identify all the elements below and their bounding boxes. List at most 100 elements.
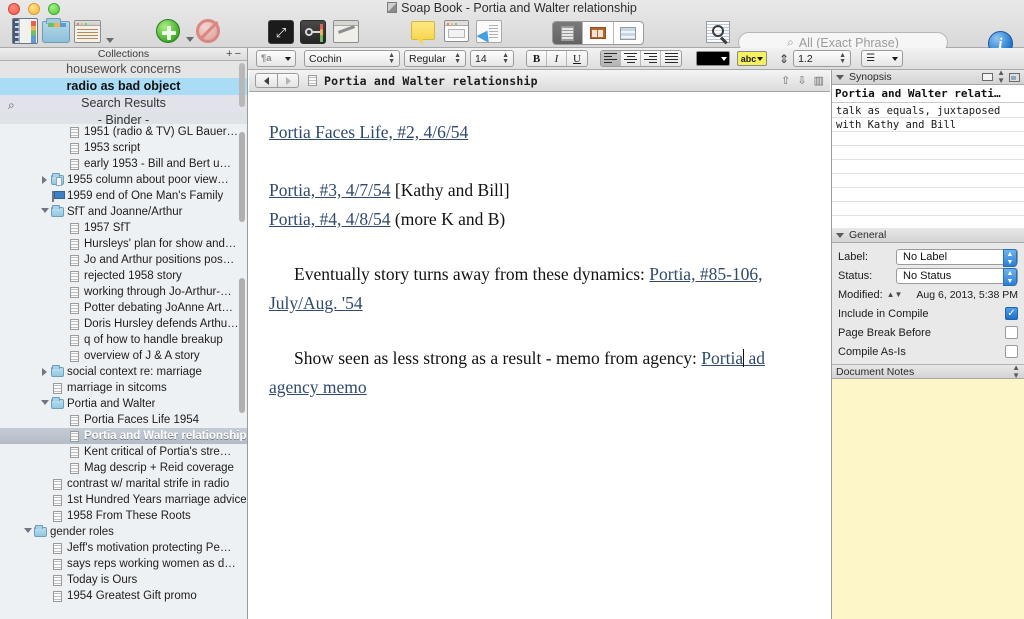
- binder-row[interactable]: marriage in sitcoms: [0, 380, 247, 396]
- include-in-compile-checkbox[interactable]: ✓: [1005, 307, 1018, 320]
- highlight-color-swatch[interactable]: abc: [737, 51, 767, 66]
- collections-add-remove[interactable]: +−: [226, 48, 243, 61]
- text-color-swatch[interactable]: [696, 51, 730, 66]
- binder-row[interactable]: gender roles: [0, 524, 247, 540]
- binder-row[interactable]: early 1953 - Bill and Bert u…: [0, 156, 247, 172]
- quick-reference-button[interactable]: [74, 16, 104, 46]
- quick-reference-chevron-down-icon[interactable]: [106, 38, 114, 43]
- document-link[interactable]: Portia Faces Life, #2, 4/6/54: [269, 122, 468, 142]
- binder-row[interactable]: Today is Ours: [0, 572, 247, 588]
- swap-icon[interactable]: ▲ ▼: [997, 69, 1005, 85]
- remove-collection-button[interactable]: −: [235, 48, 243, 60]
- binder-tree[interactable]: 1951 (radio & TV) GL Bauer… 1953 script ea…: [0, 124, 247, 619]
- forward-button[interactable]: [277, 73, 299, 88]
- binder-row[interactable]: Portia Faces Life 1954: [0, 412, 247, 428]
- document-link[interactable]: Portia: [701, 348, 743, 368]
- font-weight-select[interactable]: Regular ▲ ▼: [404, 50, 466, 67]
- binder-row[interactable]: 1st Hundred Years marriage advice: [0, 492, 247, 508]
- binder-row[interactable]: 1953 script: [0, 140, 247, 156]
- editor-page[interactable]: Portia Faces Life, #2, 4/6/54 Portia, #3,…: [249, 92, 830, 619]
- keywords-button[interactable]: [300, 16, 330, 46]
- binder-row[interactable]: 1951 (radio & TV) GL Bauer…: [0, 124, 247, 140]
- binder-row[interactable]: Jo and Arthur positions pos…: [0, 252, 247, 268]
- document-notes-body[interactable]: [832, 379, 1024, 619]
- back-button[interactable]: [255, 73, 277, 88]
- font-family-select[interactable]: Cochin ▲ ▼: [304, 50, 400, 67]
- stepper-icon[interactable]: ▲ ▼: [1003, 267, 1017, 286]
- export-button[interactable]: [476, 16, 506, 46]
- compile-as-is-checkbox[interactable]: [1005, 345, 1018, 358]
- full-screen-button[interactable]: ⤢: [268, 16, 298, 46]
- line-spacing-select[interactable]: 1.2 ▲ ▼: [793, 50, 852, 67]
- align-center-button[interactable]: [621, 51, 641, 66]
- collection-item-housework-concerns[interactable]: housework concerns: [0, 61, 247, 78]
- binder-row[interactable]: rejected 1958 story: [0, 268, 247, 284]
- include-in-compile-row[interactable]: Include in Compile ✓: [838, 304, 1018, 323]
- italic-button[interactable]: I: [547, 51, 567, 66]
- chevron-down-icon[interactable]: [39, 399, 50, 409]
- binder-row[interactable]: 1957 SfT: [0, 220, 247, 236]
- binder-row[interactable]: Jeff's motivation protecting Pe…: [0, 540, 247, 556]
- binder-row[interactable]: Portia and Walter: [0, 396, 247, 412]
- synopsis-header[interactable]: Synopsis ▲ ▼: [832, 69, 1024, 85]
- binder-row[interactable]: working through Jo-Arthur-…: [0, 284, 247, 300]
- view-mode-segmented-control[interactable]: [552, 21, 644, 45]
- document-notes-header[interactable]: Document Notes ▲ ▼: [832, 363, 1024, 380]
- align-justify-button[interactable]: [661, 51, 681, 66]
- chevron-down-icon[interactable]: [22, 527, 33, 537]
- synopsis-body[interactable]: talk as equals, juxtaposed with Kathy an…: [832, 103, 1024, 228]
- image-icon[interactable]: [1009, 72, 1020, 82]
- collection-item-radio-as-bad-object[interactable]: radio as bad object: [0, 78, 247, 95]
- binder-scrollbar-upper[interactable]: [239, 132, 245, 222]
- page-break-before-row[interactable]: Page Break Before: [838, 323, 1018, 342]
- binder-row[interactable]: 1958 From These Roots: [0, 508, 247, 524]
- binder-row[interactable]: Kent critical of Portia's stre…: [0, 444, 247, 460]
- add-button[interactable]: [156, 16, 186, 46]
- comment-button[interactable]: [411, 16, 441, 46]
- binder-row[interactable]: Portia and Walter relationship: [0, 428, 247, 444]
- binder-row[interactable]: 1959 end of One Man's Family: [0, 188, 247, 204]
- disclosure-triangle-icon[interactable]: [836, 232, 844, 238]
- list-style-menu[interactable]: ☰: [861, 50, 904, 67]
- notes-swap-icon[interactable]: ▲ ▼: [1012, 363, 1020, 380]
- binder-row[interactable]: 1955 column about poor view…: [0, 172, 247, 188]
- document-text[interactable]: Portia Faces Life, #2, 4/6/54 Portia, #3,…: [249, 92, 830, 402]
- binder-row[interactable]: contrast w/ marital strife in radio: [0, 476, 247, 492]
- project-search-button[interactable]: [706, 16, 736, 46]
- binder-row[interactable]: Potter debating JoAnne Art…: [0, 300, 247, 316]
- card-icon[interactable]: [982, 73, 994, 81]
- disclosure-triangle-icon[interactable]: [836, 74, 844, 80]
- bold-button[interactable]: B: [527, 51, 547, 66]
- stepper-icon[interactable]: ▲ ▼: [1003, 248, 1017, 267]
- binder-row[interactable]: 1954 Greatest Gift promo: [0, 588, 247, 604]
- binder-row[interactable]: SfT and Joanne/Arthur: [0, 204, 247, 220]
- document-link[interactable]: Portia, #3, 4/7/54: [269, 180, 391, 200]
- collections-scrollbar[interactable]: [239, 63, 245, 107]
- binder-row[interactable]: overview of J & A story: [0, 348, 247, 364]
- general-header[interactable]: General: [832, 228, 1024, 243]
- paragraph-style-menu[interactable]: ¶a: [256, 50, 296, 67]
- date-swap-icon[interactable]: ▲▼: [887, 290, 903, 299]
- view-document-button[interactable]: [553, 22, 584, 44]
- edit-scrivenings-button[interactable]: [333, 16, 363, 46]
- binder-toggle-button[interactable]: [12, 16, 42, 46]
- status-select[interactable]: No Status ▲ ▼: [896, 267, 1018, 286]
- chevron-down-icon[interactable]: [39, 207, 50, 217]
- binder-row[interactable]: says reps working women as d…: [0, 556, 247, 572]
- binder-row[interactable]: q of how to handle breakup: [0, 332, 247, 348]
- binder-row[interactable]: social context re: marriage: [0, 364, 247, 380]
- binder-scrollbar[interactable]: [239, 278, 245, 413]
- editor-header-icons[interactable]: ⇧ ⇩ ▥: [781, 74, 824, 87]
- page-break-before-checkbox[interactable]: [1005, 326, 1018, 339]
- align-right-button[interactable]: [641, 51, 661, 66]
- label-select[interactable]: No Label ▲ ▼: [896, 248, 1018, 267]
- underline-button[interactable]: U: [567, 51, 587, 66]
- chevron-right-icon[interactable]: [39, 176, 50, 184]
- binder-row[interactable]: Mag descrip + Reid coverage: [0, 460, 247, 476]
- text-style-group[interactable]: B I U: [526, 50, 588, 67]
- binder-row[interactable]: Hursleys' plan for show and…: [0, 236, 247, 252]
- collection-item-search-results[interactable]: ⌕ Search Results: [0, 95, 247, 112]
- synopsis-header-actions[interactable]: ▲ ▼: [982, 69, 1020, 85]
- alignment-group[interactable]: [600, 50, 682, 67]
- split-view-icon[interactable]: ▥: [814, 74, 824, 87]
